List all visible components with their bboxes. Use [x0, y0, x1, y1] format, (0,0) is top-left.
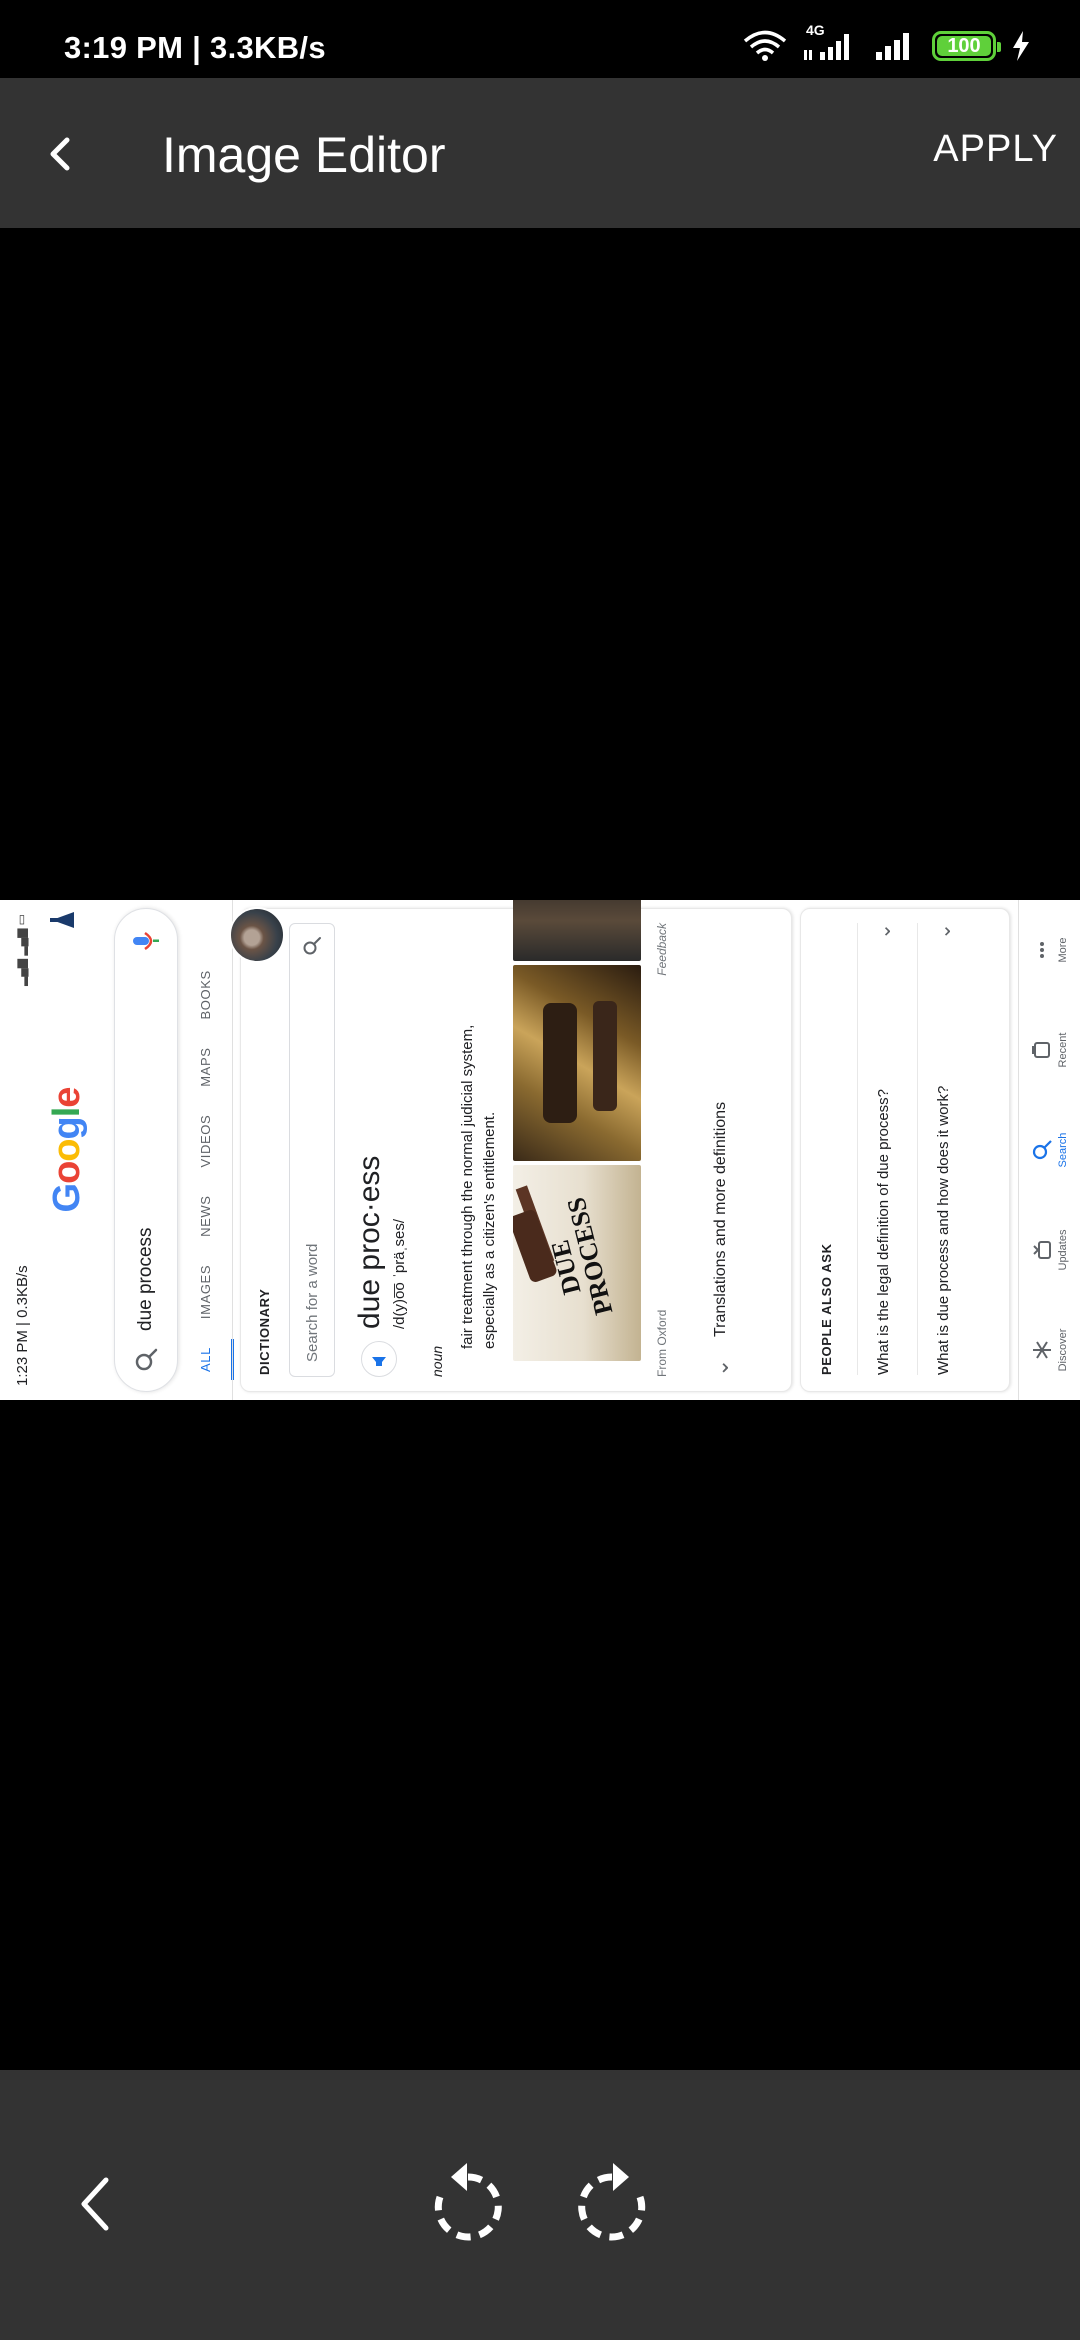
- toolbar-back-button[interactable]: [46, 2154, 146, 2254]
- editor-toolbar: [0, 2070, 1080, 2340]
- edited-image[interactable]: 1:23 PM | 0.3KB/s ▂▄▆ ▂▄▆ ▭ Google due p…: [0, 900, 1080, 1400]
- chevron-left-icon: [81, 2177, 109, 2231]
- tab-videos: VIDEOS: [198, 1114, 213, 1168]
- gavel-image-partial: [513, 900, 641, 961]
- editor-canvas: 1:23 PM | 0.3KB/s ▂▄▆ ▂▄▆ ▭ Google due p…: [0, 228, 1080, 2070]
- rotate-left-button[interactable]: [418, 2154, 518, 2254]
- back-arrow-icon: [50, 137, 70, 171]
- feedback-link: Feedback: [655, 923, 669, 976]
- chevron-down-icon: ⌄: [933, 923, 955, 940]
- tab-maps: MAPS: [198, 1047, 213, 1087]
- part-of-speech: noun: [429, 1345, 445, 1377]
- pronunciation: /d(y)o͞o ˈpräˌses/: [391, 1218, 408, 1329]
- more-dots-icon: [1039, 942, 1044, 958]
- image-search-bar: due process: [114, 908, 178, 1392]
- nav-discover: Discover: [1019, 1300, 1080, 1400]
- due-process-image: DUE PROCESS: [513, 1165, 641, 1361]
- definition-images: DUE PROCESS: [513, 900, 645, 1361]
- rotated-screenshot: 1:23 PM | 0.3KB/s ▂▄▆ ▂▄▆ ▭ Google due p…: [0, 900, 1080, 1400]
- chevron-down-icon: ⌄: [708, 1358, 733, 1377]
- search-icon: [1032, 1140, 1052, 1160]
- apply-button[interactable]: APPLY: [933, 128, 1058, 171]
- status-bar: 3:19 PM | 3.3KB/s 4G 100: [0, 0, 1080, 78]
- more-definitions-row: ⌄ Translations and more definitions: [708, 1101, 733, 1377]
- image-tabs: ALL IMAGES NEWS VIDEOS MAPS BOOKS: [188, 900, 228, 1400]
- dictionary-card: DICTIONARY Search for a word due proc·es…: [229, 900, 792, 1392]
- rotate-left-icon: [434, 2163, 502, 2241]
- definition: fair treatment through the normal judici…: [459, 1024, 498, 1349]
- people-also-ask-card: PEOPLE ALSO ASK What is the legal defini…: [800, 908, 1010, 1392]
- speaker-icon: [361, 1341, 397, 1377]
- nav-more: More: [1019, 900, 1080, 1000]
- word-search-box: Search for a word: [289, 923, 335, 1377]
- back-button[interactable]: [28, 122, 92, 186]
- gavel-image: [513, 965, 641, 1161]
- paa-question: What is due process and how does it work…: [917, 923, 969, 1375]
- recent-icon: [1031, 1042, 1050, 1058]
- image-status-bar: 1:23 PM | 0.3KB/s ▂▄▆ ▂▄▆ ▭: [0, 900, 48, 1400]
- source-label: From Oxford: [655, 1309, 669, 1377]
- tab-books: BOOKS: [198, 970, 213, 1020]
- updates-icon: [1032, 1241, 1051, 1259]
- dictionary-word: due proc·ess: [353, 1155, 386, 1329]
- charging-bolt-icon: [1013, 31, 1029, 61]
- status-time: 3:19 PM | 3.3KB/s: [64, 30, 326, 65]
- asterisk-icon: [1032, 1341, 1051, 1359]
- app-bar: Image Editor APPLY: [0, 78, 1080, 228]
- rotate-right-icon: [578, 2163, 646, 2241]
- search-icon: [135, 1348, 158, 1371]
- google-logo: Google: [46, 1087, 88, 1213]
- cellular-4g-icon: 4G: [802, 22, 860, 62]
- tab-all: ALL: [188, 1333, 228, 1386]
- tab-news: NEWS: [198, 1195, 213, 1237]
- page-title: Image Editor: [162, 127, 446, 183]
- account-menu-icon: [50, 912, 74, 928]
- search-icon: [303, 937, 321, 955]
- mic-icon: [133, 931, 159, 951]
- image-bottom-nav: Discover Updates Search Recent More: [1018, 900, 1080, 1400]
- status-icons: 4G 100: [742, 22, 1032, 66]
- image-signal-icon: ▂▄▆ ▂▄▆ ▭: [14, 914, 28, 986]
- nav-search: Search: [1019, 1100, 1080, 1200]
- tab-divider: [232, 900, 233, 1400]
- signal-icon: [876, 33, 909, 60]
- nav-recent: Recent: [1019, 1000, 1080, 1100]
- nav-updates: Updates: [1019, 1200, 1080, 1300]
- avatar: [229, 907, 285, 963]
- paa-question: What is the legal definition of due proc…: [857, 923, 909, 1375]
- wifi-icon: [743, 30, 787, 61]
- tab-images: IMAGES: [198, 1264, 213, 1320]
- rotate-right-button[interactable]: [562, 2154, 662, 2254]
- battery-icon: 100: [932, 31, 1001, 61]
- chevron-down-icon: ⌄: [873, 923, 895, 940]
